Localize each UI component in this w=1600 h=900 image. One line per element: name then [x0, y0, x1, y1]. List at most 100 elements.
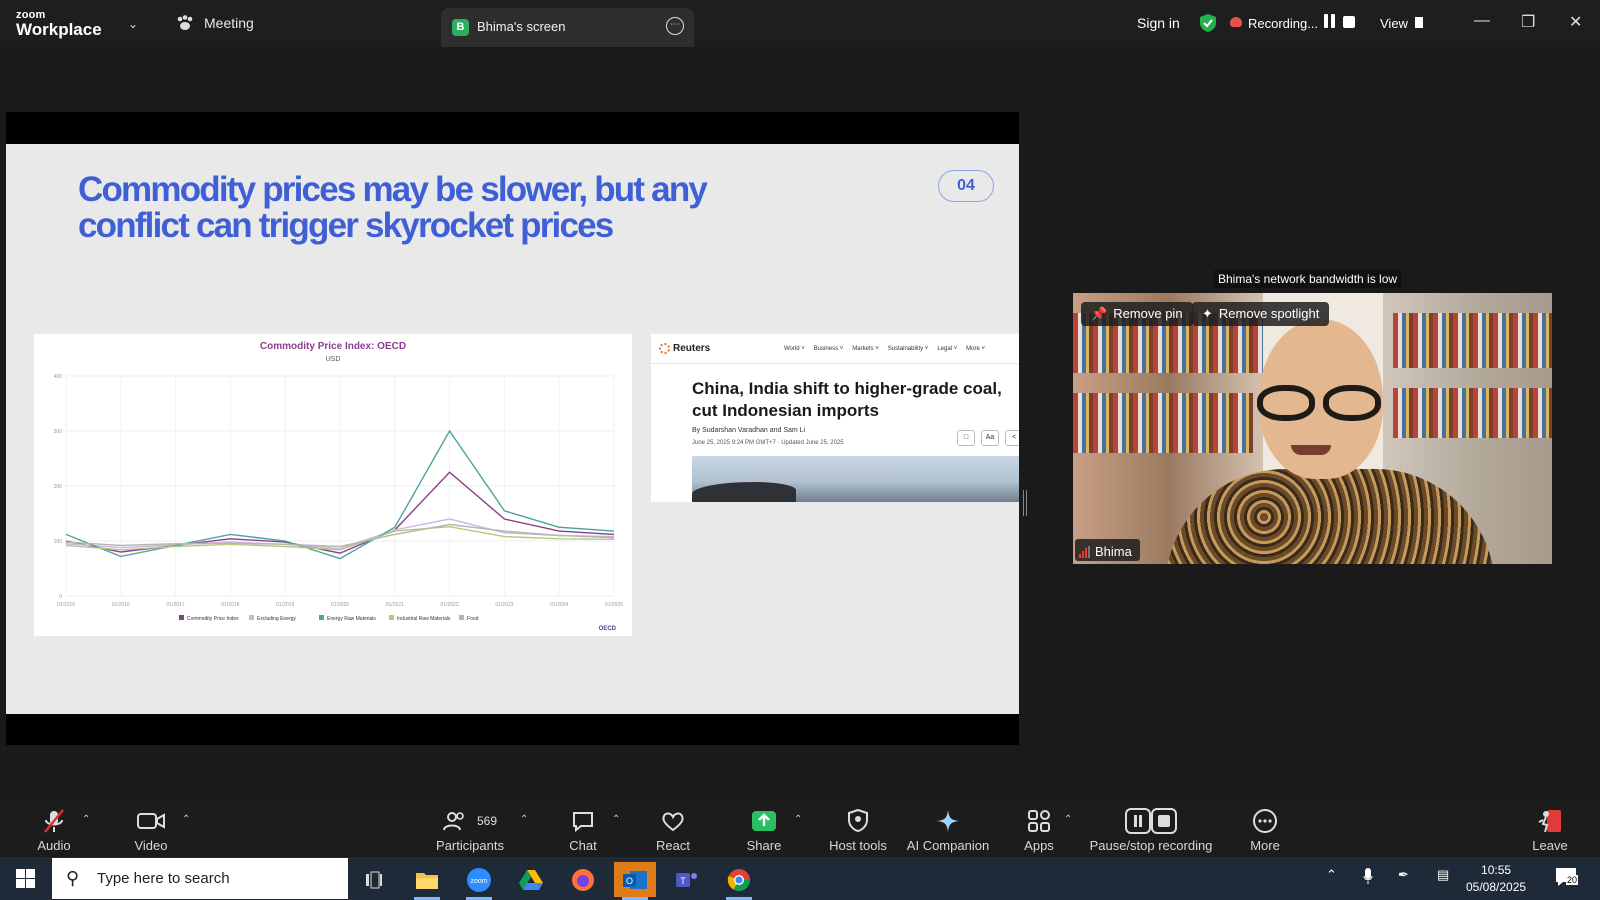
news-byline: By Sudarshan Varadhan and Sam Li — [692, 427, 806, 434]
pause-recording-icon[interactable] — [1321, 14, 1337, 30]
host-shield-icon — [848, 809, 868, 833]
google-drive-icon[interactable] — [510, 862, 552, 897]
slide-number: 04 — [938, 170, 994, 202]
x-tick-label: 01/2015 — [57, 602, 75, 608]
stop-recording-icon[interactable] — [1343, 16, 1355, 28]
signal-bars-icon — [1079, 545, 1090, 558]
news-dateline: June 25, 2025 9:24 PM GMT+7 · Updated Ju… — [692, 440, 844, 446]
view-menu[interactable]: View — [1380, 16, 1408, 31]
zoom-app-icon[interactable]: zoom — [458, 862, 500, 900]
ai-companion-button[interactable]: AI Companion — [906, 806, 990, 853]
view-layout-icon[interactable] — [1415, 17, 1423, 28]
windows-start-icon[interactable] — [16, 869, 35, 888]
video-button[interactable]: Video — [130, 806, 172, 853]
audio-options-caret[interactable]: ⌃ — [82, 814, 90, 825]
tab-shared-screen[interactable]: B Bhima's screen ⋯ — [441, 8, 694, 47]
bookmark-icon: □ — [957, 430, 975, 446]
bandwidth-warning: Bhima's network bandwidth is low — [1214, 270, 1402, 288]
news-nav-item: Business ˅ — [813, 346, 844, 352]
share-button[interactable]: Share — [744, 806, 784, 853]
video-options-caret[interactable]: ⌃ — [182, 814, 190, 825]
sparkle-icon — [937, 810, 959, 832]
more-options-icon[interactable]: ⋯ — [666, 17, 684, 35]
legend-label: Excluding Energy — [257, 616, 296, 622]
chevron-down-icon[interactable]: ⌄ — [128, 17, 138, 31]
participant-name-tag: Bhima — [1075, 539, 1140, 561]
heart-icon — [662, 812, 684, 832]
notifications-icon[interactable]: 20 — [1555, 867, 1579, 892]
mic-muted-icon — [44, 809, 64, 833]
presentation-slide: Commodity prices may be slower, but any … — [6, 144, 1019, 714]
leave-icon — [1538, 810, 1561, 833]
participants-options-caret[interactable]: ⌃ — [520, 814, 528, 825]
zoom-logo: zoom Workplace — [16, 10, 102, 39]
participant-glasses — [1251, 385, 1391, 421]
resize-handle[interactable] — [1023, 490, 1027, 516]
chat-icon — [573, 812, 593, 832]
participant-video[interactable]: 📌 Remove pin ✦ Remove spotlight Bhima — [1073, 293, 1552, 564]
task-view-icon[interactable] — [353, 862, 395, 897]
tab-meeting[interactable]: Meeting — [176, 15, 254, 31]
pause-stop-recording-button[interactable]: Pause/stop recording — [1088, 806, 1214, 853]
reuters-brand: Reuters — [673, 343, 711, 354]
share-screen-icon — [752, 811, 776, 831]
taskbar-clock[interactable]: 10:55 05/08/2025 — [1466, 862, 1526, 896]
share-icon: < — [1005, 430, 1019, 446]
camera-icon — [137, 813, 165, 829]
remove-pin-button[interactable]: 📌 Remove pin — [1081, 302, 1193, 326]
apps-button[interactable]: Apps — [1022, 806, 1056, 853]
react-button[interactable]: React — [653, 806, 693, 853]
chart-watermark: OECD — [599, 626, 617, 632]
windows-taskbar: ⚲ Type here to search zoom O T ⌃ ✒ ▤ 10:… — [0, 857, 1600, 900]
outlook-icon[interactable]: O — [614, 862, 656, 900]
file-explorer-icon[interactable] — [406, 862, 448, 900]
microphone-tray-icon[interactable] — [1363, 867, 1373, 888]
more-label: More — [1250, 838, 1280, 853]
recording-status: Recording... — [1248, 16, 1319, 31]
chat-button[interactable]: Chat — [566, 806, 600, 853]
news-nav-item: Legal ˅ — [937, 346, 958, 352]
news-header: Reuters World ˅ Business ˅ Markets ˅ Sus… — [651, 334, 1019, 364]
share-options-caret[interactable]: ⌃ — [794, 814, 802, 825]
minimize-icon[interactable]: — — [1474, 12, 1490, 30]
participants-button[interactable]: 569 Participants — [432, 806, 508, 853]
leave-button[interactable]: Leave — [1530, 806, 1570, 853]
legend-label: Energy Raw Materials — [327, 616, 376, 622]
text-size-icon: Aa — [981, 430, 999, 446]
security-shield-icon[interactable] — [1199, 13, 1217, 33]
more-button[interactable]: More — [1245, 806, 1285, 853]
legend-swatch — [459, 615, 464, 620]
shared-screen[interactable]: Commodity prices may be slower, but any … — [6, 112, 1019, 745]
display-tray-icon[interactable]: ▤ — [1437, 867, 1449, 883]
restore-icon[interactable]: ❐ — [1521, 12, 1535, 32]
firefox-icon[interactable] — [562, 862, 604, 897]
tab-shared-screen-label: Bhima's screen — [477, 19, 566, 34]
pen-tray-icon[interactable]: ✒ — [1398, 867, 1409, 883]
legend-label: Industrial Raw Materials — [397, 616, 451, 622]
x-tick-label: 01/2020 — [331, 602, 349, 608]
remove-spotlight-label: Remove spotlight — [1218, 306, 1320, 321]
audio-button[interactable]: Audio — [34, 806, 74, 853]
bookshelf — [1393, 388, 1552, 438]
clock-time: 10:55 — [1481, 863, 1512, 877]
show-hidden-icons-caret[interactable]: ⌃ — [1326, 867, 1337, 883]
close-icon[interactable]: ✕ — [1569, 12, 1582, 32]
host-tools-label: Host tools — [829, 838, 887, 853]
search-icon: ⚲ — [66, 868, 80, 888]
taskbar-search-box[interactable]: ⚲ Type here to search — [52, 858, 348, 899]
bookshelf — [1073, 393, 1253, 453]
sign-in-link[interactable]: Sign in — [1137, 15, 1180, 31]
meeting-toolbar: Audio ⌃ Video ⌃ 569 Participants ⌃ Chat … — [0, 797, 1600, 857]
legend-swatch — [389, 615, 394, 620]
reuters-dot-icon — [659, 343, 670, 354]
pause-stop-label: Pause/stop recording — [1089, 838, 1213, 853]
remove-spotlight-button[interactable]: ✦ Remove spotlight — [1192, 302, 1330, 326]
apps-options-caret[interactable]: ⌃ — [1064, 814, 1072, 825]
teams-icon[interactable]: T — [666, 862, 708, 897]
legend-label: Food — [467, 616, 479, 622]
svg-text:O: O — [626, 876, 633, 886]
host-tools-button[interactable]: Host tools — [826, 806, 890, 853]
chat-options-caret[interactable]: ⌃ — [612, 814, 620, 825]
chrome-icon[interactable] — [718, 862, 760, 900]
x-tick-label: 01/2018 — [221, 602, 239, 608]
